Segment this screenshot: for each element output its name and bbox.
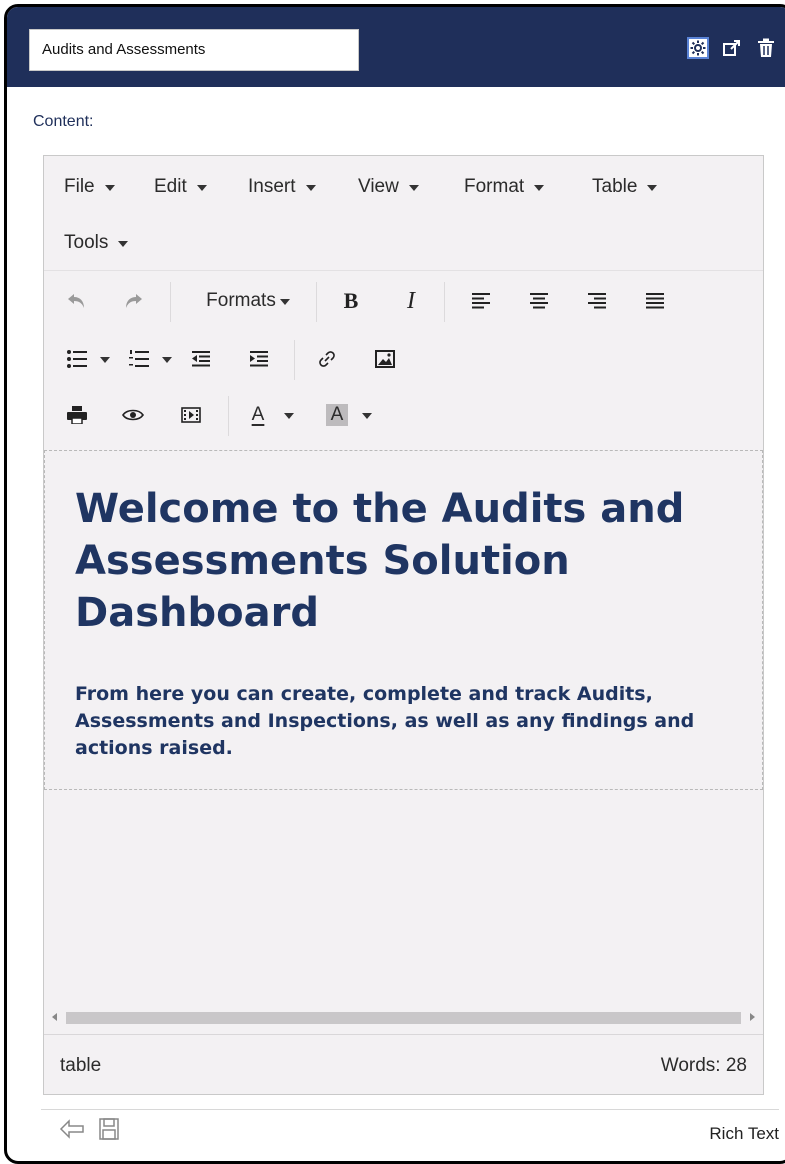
undo-icon[interactable] — [60, 284, 94, 318]
toolbar-row-2 — [44, 332, 763, 386]
menu-insert[interactable]: Insert — [248, 176, 316, 198]
media-icon[interactable] — [174, 398, 208, 432]
numbered-list-icon[interactable] — [122, 342, 156, 376]
welcome-heading: Welcome to the Audits and Assessments So… — [75, 486, 685, 636]
welcome-subtext: From here you can create, complete and t… — [75, 683, 695, 759]
back-arrow-icon[interactable] — [59, 1119, 85, 1144]
chevron-down-icon — [162, 357, 172, 363]
align-right-icon[interactable] — [580, 284, 614, 318]
content-label: Content: — [33, 113, 94, 130]
menu-file[interactable]: File — [64, 176, 115, 198]
bold-button[interactable]: B — [334, 284, 368, 318]
widget-panel: Audits and Assessments Content: File Edi… — [4, 4, 785, 1164]
preview-eye-icon[interactable] — [116, 398, 150, 432]
chevron-down-icon — [408, 185, 419, 191]
horizontal-scrollbar[interactable] — [44, 1008, 763, 1026]
chevron-down-icon — [104, 185, 115, 191]
bullet-list-icon[interactable] — [60, 342, 94, 376]
menu-tools-label: Tools — [64, 232, 109, 253]
italic-button[interactable]: I — [394, 284, 428, 318]
toolbar-row-1: Formats B I — [44, 274, 763, 328]
chevron-down-icon — [362, 413, 372, 419]
editor-statusbar: table Words: 28 — [44, 1034, 763, 1096]
bullet-list-caret[interactable] — [94, 342, 112, 376]
numbered-list-caret[interactable] — [156, 342, 174, 376]
menu-format-label: Format — [464, 176, 525, 197]
save-icon[interactable] — [99, 1118, 119, 1145]
formats-dropdown[interactable]: Formats — [188, 284, 308, 318]
widget-footer: Rich Text — [41, 1109, 779, 1152]
chevron-down-icon — [118, 241, 129, 247]
chevron-down-icon — [647, 185, 658, 191]
text-color-button[interactable]: A — [240, 398, 276, 432]
menu-format[interactable]: Format — [464, 176, 545, 198]
widget-header: Audits and Assessments — [7, 7, 785, 87]
widget-type-label: Rich Text — [709, 1124, 779, 1143]
menu-view-label: View — [358, 176, 399, 197]
formats-label: Formats — [206, 290, 276, 311]
word-count: Words: 28 — [660, 1054, 747, 1076]
settings-icon[interactable] — [687, 37, 709, 59]
widget-title-input[interactable]: Audits and Assessments — [29, 29, 359, 71]
content-table[interactable]: Welcome to the Audits and Assessments So… — [44, 450, 763, 790]
background-color-letter: A — [325, 404, 349, 426]
menu-file-label: File — [64, 176, 95, 197]
image-icon[interactable] — [368, 342, 402, 376]
element-path[interactable]: table — [60, 1055, 101, 1077]
background-color-caret[interactable] — [356, 398, 374, 432]
chevron-down-icon — [100, 357, 110, 363]
redo-icon[interactable] — [116, 284, 150, 318]
menu-table[interactable]: Table — [592, 176, 658, 198]
menu-view[interactable]: View — [358, 176, 419, 198]
outdent-icon[interactable] — [184, 342, 218, 376]
external-link-icon[interactable] — [721, 37, 743, 59]
menu-edit-label: Edit — [154, 176, 187, 197]
text-color-letter: A — [251, 404, 265, 425]
scroll-left-icon[interactable] — [52, 1013, 57, 1021]
chevron-down-icon — [196, 185, 207, 191]
align-center-icon[interactable] — [522, 284, 556, 318]
chevron-down-icon — [534, 185, 545, 191]
scroll-right-icon[interactable] — [750, 1013, 755, 1021]
align-justify-icon[interactable] — [638, 284, 672, 318]
editor-menubar: File Edit Insert View Format Table Tools — [44, 156, 763, 271]
background-color-button[interactable]: A — [322, 398, 352, 432]
menu-edit[interactable]: Edit — [154, 176, 207, 198]
toolbar-row-3: A A — [44, 388, 763, 442]
link-icon[interactable] — [310, 342, 344, 376]
menu-insert-label: Insert — [248, 176, 296, 197]
chevron-down-icon — [305, 185, 316, 191]
menu-tools[interactable]: Tools — [64, 232, 129, 254]
menu-table-label: Table — [592, 176, 638, 197]
trash-icon[interactable] — [755, 37, 777, 59]
editor-content-area[interactable]: Welcome to the Audits and Assessments So… — [44, 448, 763, 998]
chevron-down-icon — [284, 413, 294, 419]
indent-icon[interactable] — [242, 342, 276, 376]
rich-text-editor: File Edit Insert View Format Table Tools… — [43, 155, 764, 1095]
text-color-caret[interactable] — [278, 398, 296, 432]
print-icon[interactable] — [60, 398, 94, 432]
align-left-icon[interactable] — [464, 284, 498, 318]
scrollbar-thumb[interactable] — [66, 1012, 741, 1024]
chevron-down-icon — [279, 299, 290, 305]
